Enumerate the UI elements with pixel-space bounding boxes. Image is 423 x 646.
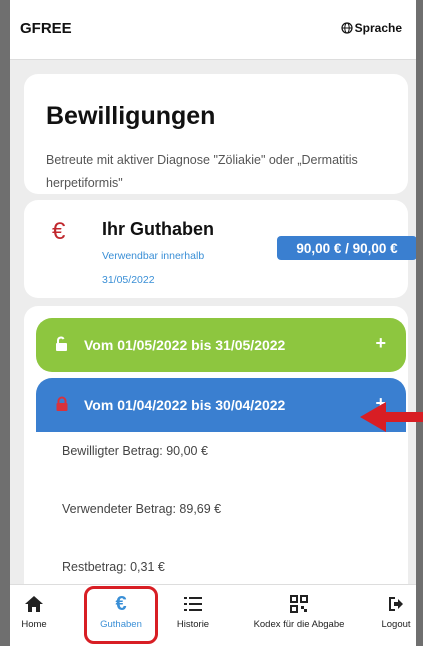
page-title: Bewilligungen — [46, 102, 216, 130]
period-item-april[interactable]: Vom 01/04/2022 bis 30/04/2022 + — [36, 378, 406, 432]
page-description: Betreute mit aktiver Diagnose "Zöliakie"… — [46, 153, 358, 190]
app-brand: GFREE — [20, 20, 72, 37]
intro-card: Bewilligungen Betreute mit aktiver Diagn… — [24, 74, 408, 194]
qr-code-icon — [290, 595, 308, 613]
nav-kodex[interactable]: Kodex für die Abgabe — [238, 593, 360, 630]
validity-date: 31/05/2022 — [102, 274, 155, 286]
logout-icon — [389, 597, 403, 611]
periods-panel: Vom 01/05/2022 bis 31/05/2022 + Vom 01/0… — [24, 306, 408, 606]
nav-home[interactable]: Home — [16, 593, 52, 630]
top-bar: GFREE Sprache — [10, 0, 416, 60]
nav-label: Historie — [176, 619, 210, 630]
nav-historie[interactable]: Historie — [168, 593, 218, 630]
nav-logout[interactable]: Logout — [378, 593, 414, 630]
expand-icon[interactable]: + — [375, 333, 386, 354]
language-button[interactable]: Sprache — [341, 21, 402, 35]
globe-icon — [341, 22, 353, 34]
list-icon — [184, 597, 202, 611]
balance-amount-badge: 90,00 € / 90,00 € — [277, 236, 416, 260]
remaining-amount: Restbetrag: 0,31 € — [62, 560, 165, 574]
red-arrow-annotation — [360, 402, 423, 432]
period-label: Vom 01/05/2022 bis 31/05/2022 — [84, 337, 286, 353]
balance-validity: Verwendbar innerhalb 31/05/2022 — [102, 244, 204, 292]
home-icon — [25, 596, 43, 612]
period-item-may[interactable]: Vom 01/05/2022 bis 31/05/2022 + — [36, 318, 406, 372]
validity-label: Verwendbar innerhalb — [102, 250, 205, 262]
balance-card: € Ihr Guthaben Verwendbar innerhalb 31/0… — [24, 200, 416, 298]
bottom-navigation: Home € Guthaben Historie Kodex für die A… — [10, 584, 416, 646]
nav-label: Home — [21, 619, 47, 630]
balance-title: Ihr Guthaben — [102, 219, 214, 239]
nav-label: Kodex für die Abgabe — [253, 619, 345, 630]
app-screen: GFREE Sprache Bewilligungen Betreute mit… — [10, 0, 416, 646]
euro-icon: € — [52, 218, 66, 245]
nav-label: Logout — [381, 619, 411, 630]
period-label: Vom 01/04/2022 bis 30/04/2022 — [84, 397, 286, 413]
lock-icon — [56, 396, 68, 411]
highlight-box-annotation — [84, 586, 158, 644]
used-amount: Verwendeter Betrag: 89,69 € — [62, 502, 222, 516]
language-label: Sprache — [354, 21, 402, 35]
unlock-icon — [56, 336, 67, 351]
approved-amount: Bewilligter Betrag: 90,00 € — [62, 444, 208, 458]
